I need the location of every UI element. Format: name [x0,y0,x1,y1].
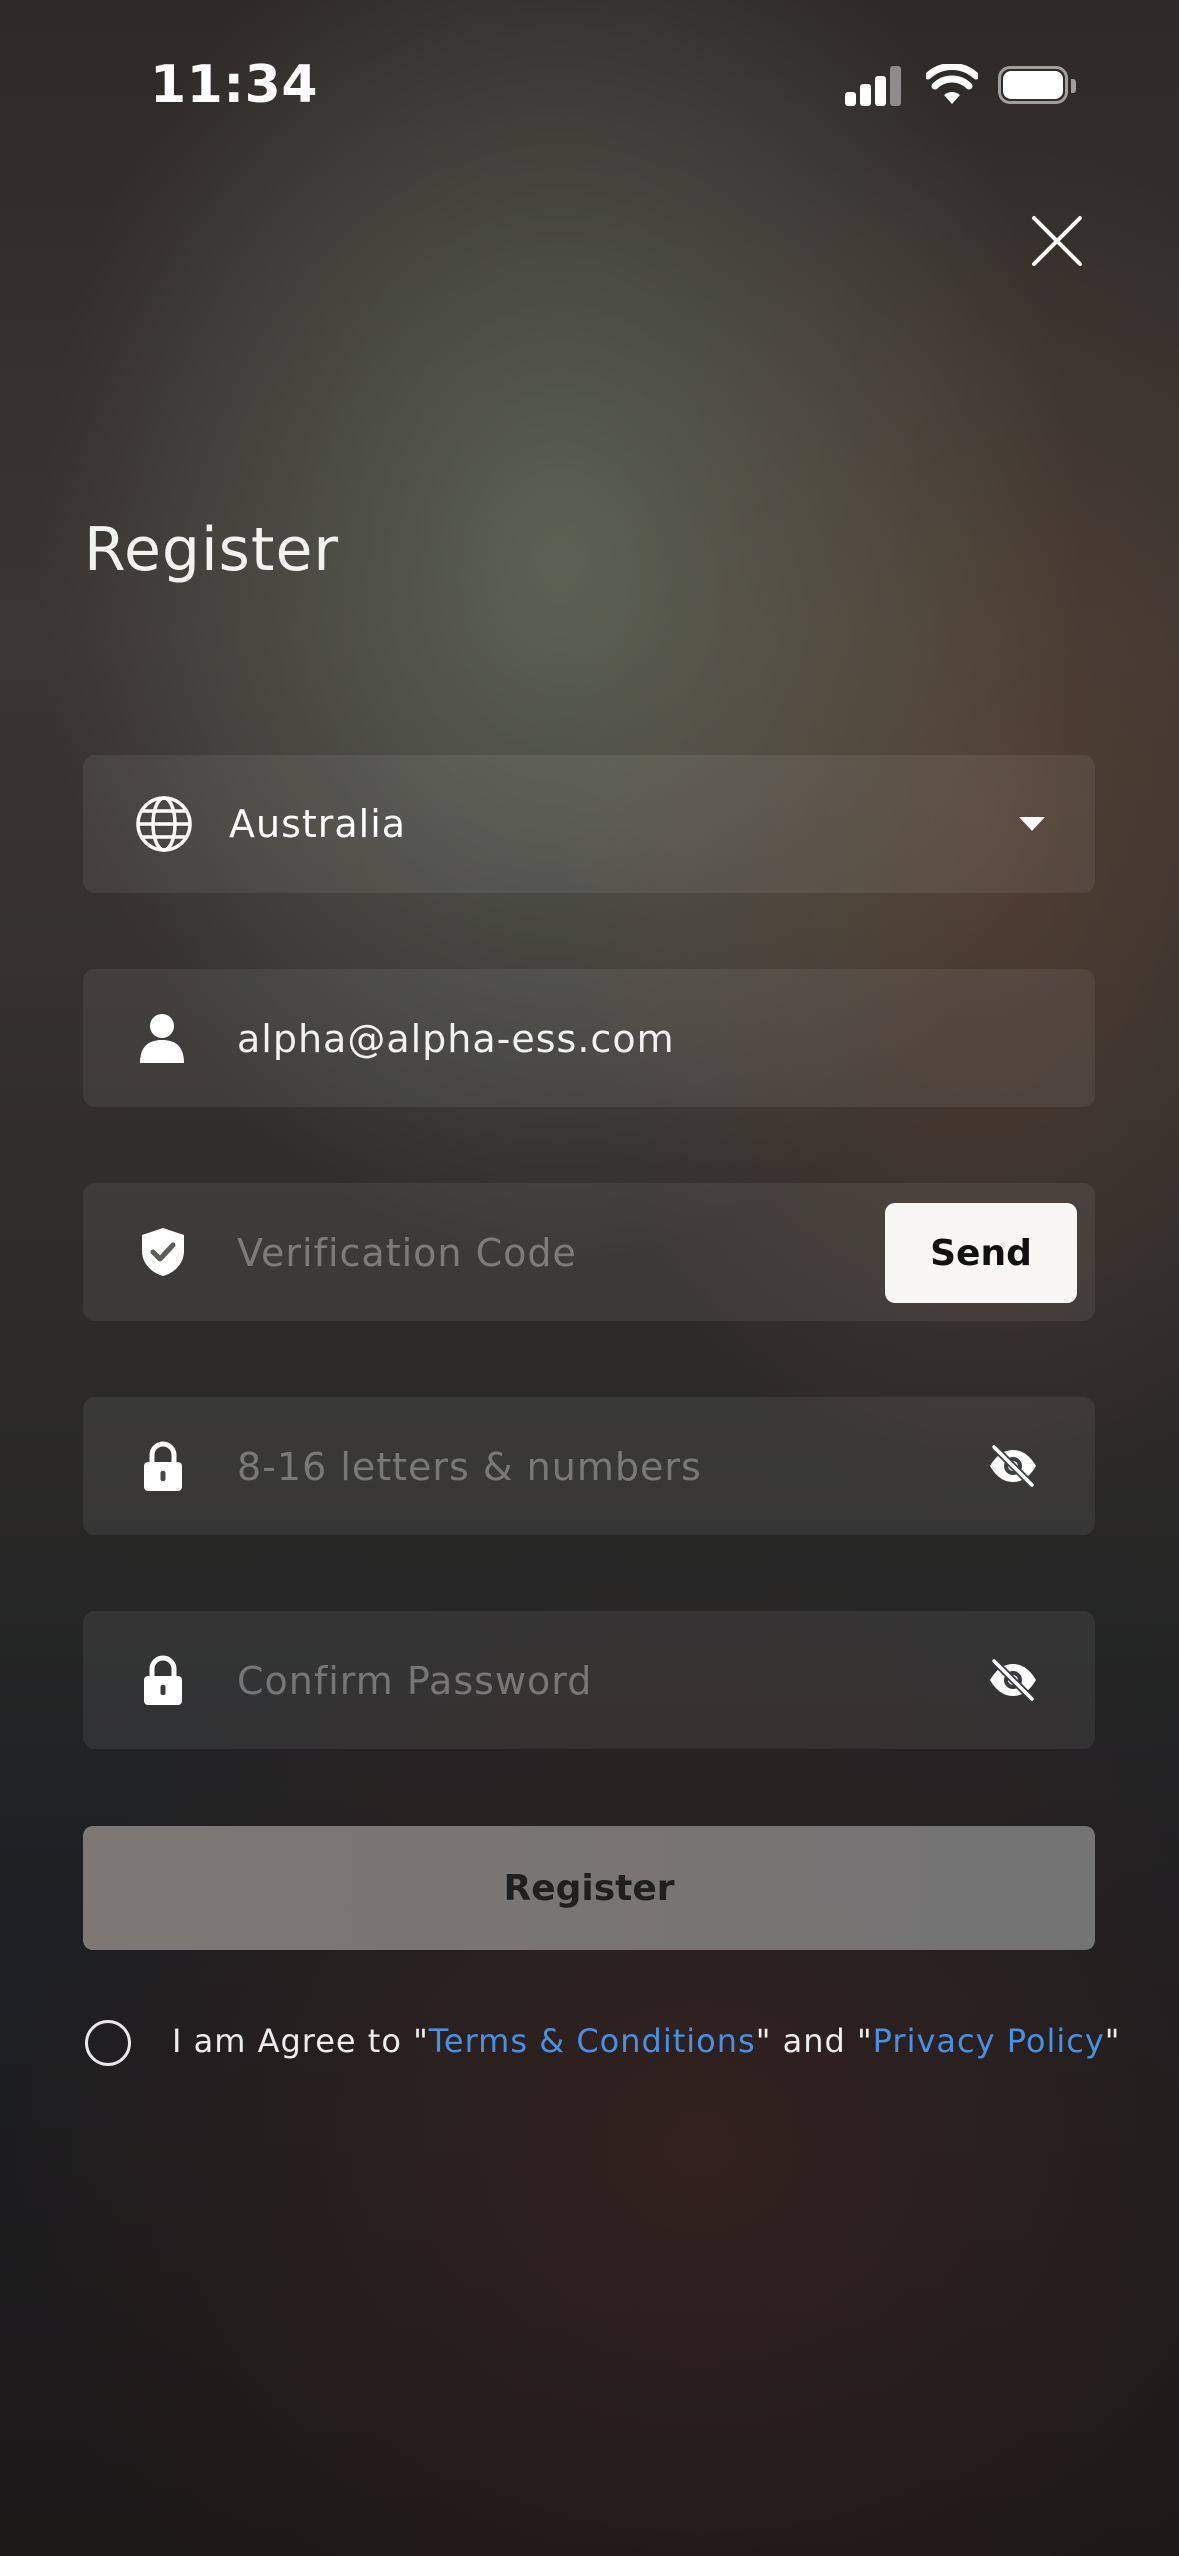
wifi-icon [926,64,978,104]
shield-check-icon [142,1228,184,1276]
agreement-prefix: I am Agree to " [172,2022,429,2060]
email-field[interactable] [83,969,1095,1107]
close-icon[interactable] [1030,214,1084,268]
privacy-policy-link[interactable]: Privacy Policy [873,2022,1105,2060]
confirm-password-input[interactable] [235,1645,899,1717]
agreement-radio[interactable] [85,2020,131,2066]
agreement-middle: " and " [755,2022,873,2060]
register-button[interactable]: Register [83,1826,1095,1950]
verification-code-field[interactable]: Send [83,1183,1095,1321]
verification-code-input[interactable] [235,1217,759,1289]
user-icon [140,1014,184,1063]
dropdown-caret-icon [1019,817,1045,831]
status-time: 11:34 [150,55,319,115]
lock-icon [144,1441,182,1491]
battery-icon [998,66,1076,106]
globe-icon [136,796,192,852]
page-title: Register [84,515,340,585]
send-code-button[interactable]: Send [885,1203,1077,1303]
password-field[interactable] [83,1397,1095,1535]
country-value: Australia [229,802,407,846]
country-select[interactable]: Australia [83,755,1095,893]
lock-icon [144,1655,182,1705]
email-input[interactable] [235,1003,899,1075]
terms-link[interactable]: Terms & Conditions [429,2022,756,2060]
agreement-suffix: " [1104,2022,1121,2060]
eye-off-icon[interactable] [987,1444,1039,1488]
agreement-text: I am Agree to "Terms & Conditions" and "… [172,2022,1120,2060]
password-input[interactable] [235,1431,899,1503]
confirm-password-field[interactable] [83,1611,1095,1749]
cellular-signal-icon [845,66,903,106]
eye-off-icon[interactable] [987,1658,1039,1702]
